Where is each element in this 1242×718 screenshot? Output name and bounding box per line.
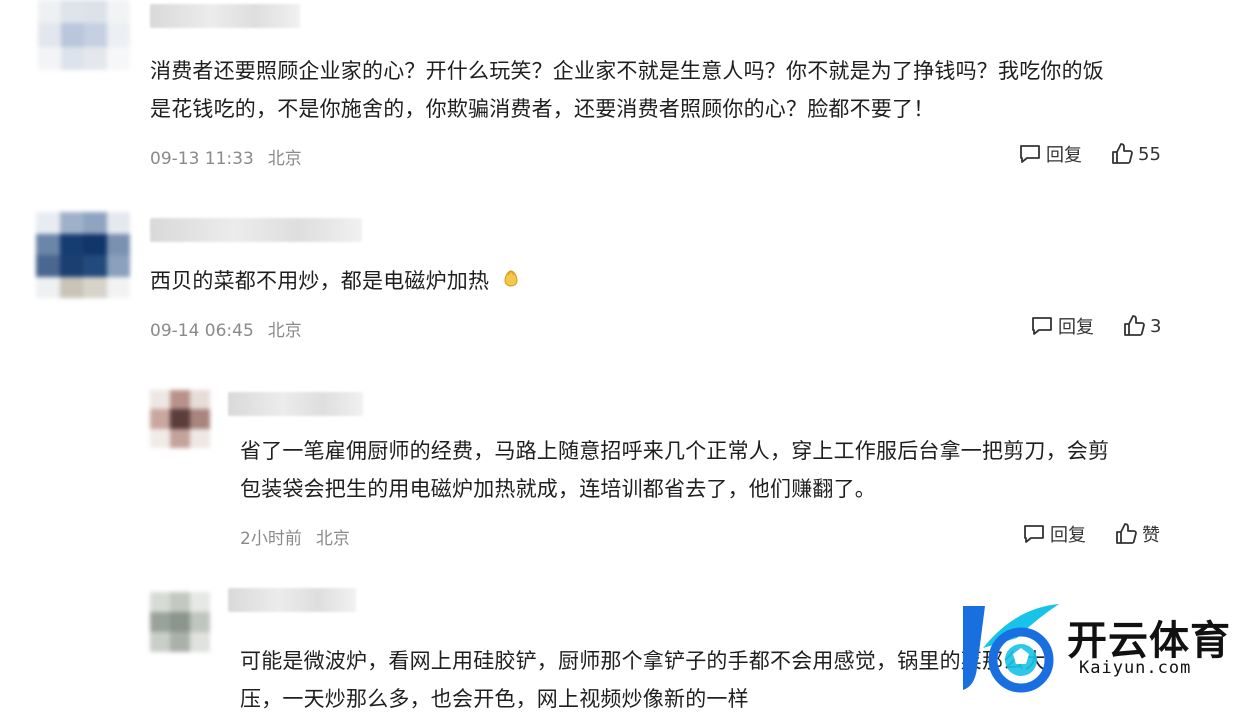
comment-text: 可能是微波炉，看网上用硅胶铲，厨师那个拿铲子的手都不会用感觉，锅里的菜那么大 压… [240,649,1046,711]
comment-bubble-icon [1022,523,1046,545]
comment-item: 西贝的菜都不用炒，都是电磁炉加热 09-14 06:45 北京 回复 3 [0,190,1242,360]
location: 北京 [267,321,302,341]
like-count: 55 [1138,143,1161,165]
timestamp: 09-13 11:33 [150,149,254,169]
reply-item: 省了一笔雇佣厨师的经费，马路上随意招呼来几个正常人，穿上工作服后台拿一把剪刀，会… [0,380,1242,570]
comment-text: 省了一笔雇佣厨师的经费，马路上随意招呼来几个正常人，穿上工作服后台拿一把剪刀，会… [240,439,1110,501]
comment-text: 西贝的菜都不用炒，都是电磁炉加热 [150,262,522,301]
reply-label: 回复 [1046,145,1082,166]
like-button[interactable]: 3 [1122,314,1161,338]
comment-actions: 回复 赞 [1022,521,1160,547]
kaiyun-logo-icon [963,604,1059,693]
like-button[interactable]: 赞 [1114,521,1160,547]
comment-bubble-icon [1030,315,1054,337]
thumbs-up-icon [1122,314,1146,338]
avatar[interactable] [38,0,130,70]
comment-meta: 2小时前 北京 [240,524,350,549]
reply-label: 回复 [1058,317,1094,338]
hands-emoji-icon [500,263,522,301]
comment-meta: 09-14 06:45 北京 [150,316,302,341]
avatar[interactable] [150,390,210,448]
like-count: 3 [1150,315,1162,337]
reply-label: 回复 [1050,525,1086,546]
timestamp: 2小时前 [240,529,302,549]
reply-button[interactable]: 回复 [1030,313,1094,339]
comment-meta: 09-13 11:33 北京 [150,144,302,169]
reply-button[interactable]: 回复 [1022,521,1086,547]
location: 北京 [267,149,302,169]
location: 北京 [315,529,350,549]
kaiyun-watermark-logo: 开云体育 Kaiyun.com [955,598,1235,696]
comment-actions: 回复 3 [1030,313,1161,339]
comment-bubble-icon [1018,143,1042,165]
comment-item: 消费者还要照顾企业家的心？开什么玩笑？企业家不就是生意人吗？你不就是为了挣钱吗？… [0,0,1242,190]
thumbs-up-icon [1110,142,1134,166]
reply-button[interactable]: 回复 [1018,141,1082,167]
avatar[interactable] [150,592,210,652]
like-button[interactable]: 55 [1110,142,1161,166]
avatar[interactable] [36,212,130,298]
comment-actions: 回复 55 [1018,141,1161,167]
timestamp: 09-14 06:45 [150,321,254,341]
username-blurred[interactable] [228,588,356,612]
comment-text: 消费者还要照顾企业家的心？开什么玩笑？企业家不就是生意人吗？你不就是为了挣钱吗？… [150,59,1104,121]
username-blurred[interactable] [150,218,362,242]
thumbs-up-icon [1114,522,1138,546]
watermark-en-text: Kaiyun.com [1079,658,1192,678]
username-blurred[interactable] [228,392,363,416]
username-blurred[interactable] [150,4,300,28]
like-label: 赞 [1142,525,1160,546]
